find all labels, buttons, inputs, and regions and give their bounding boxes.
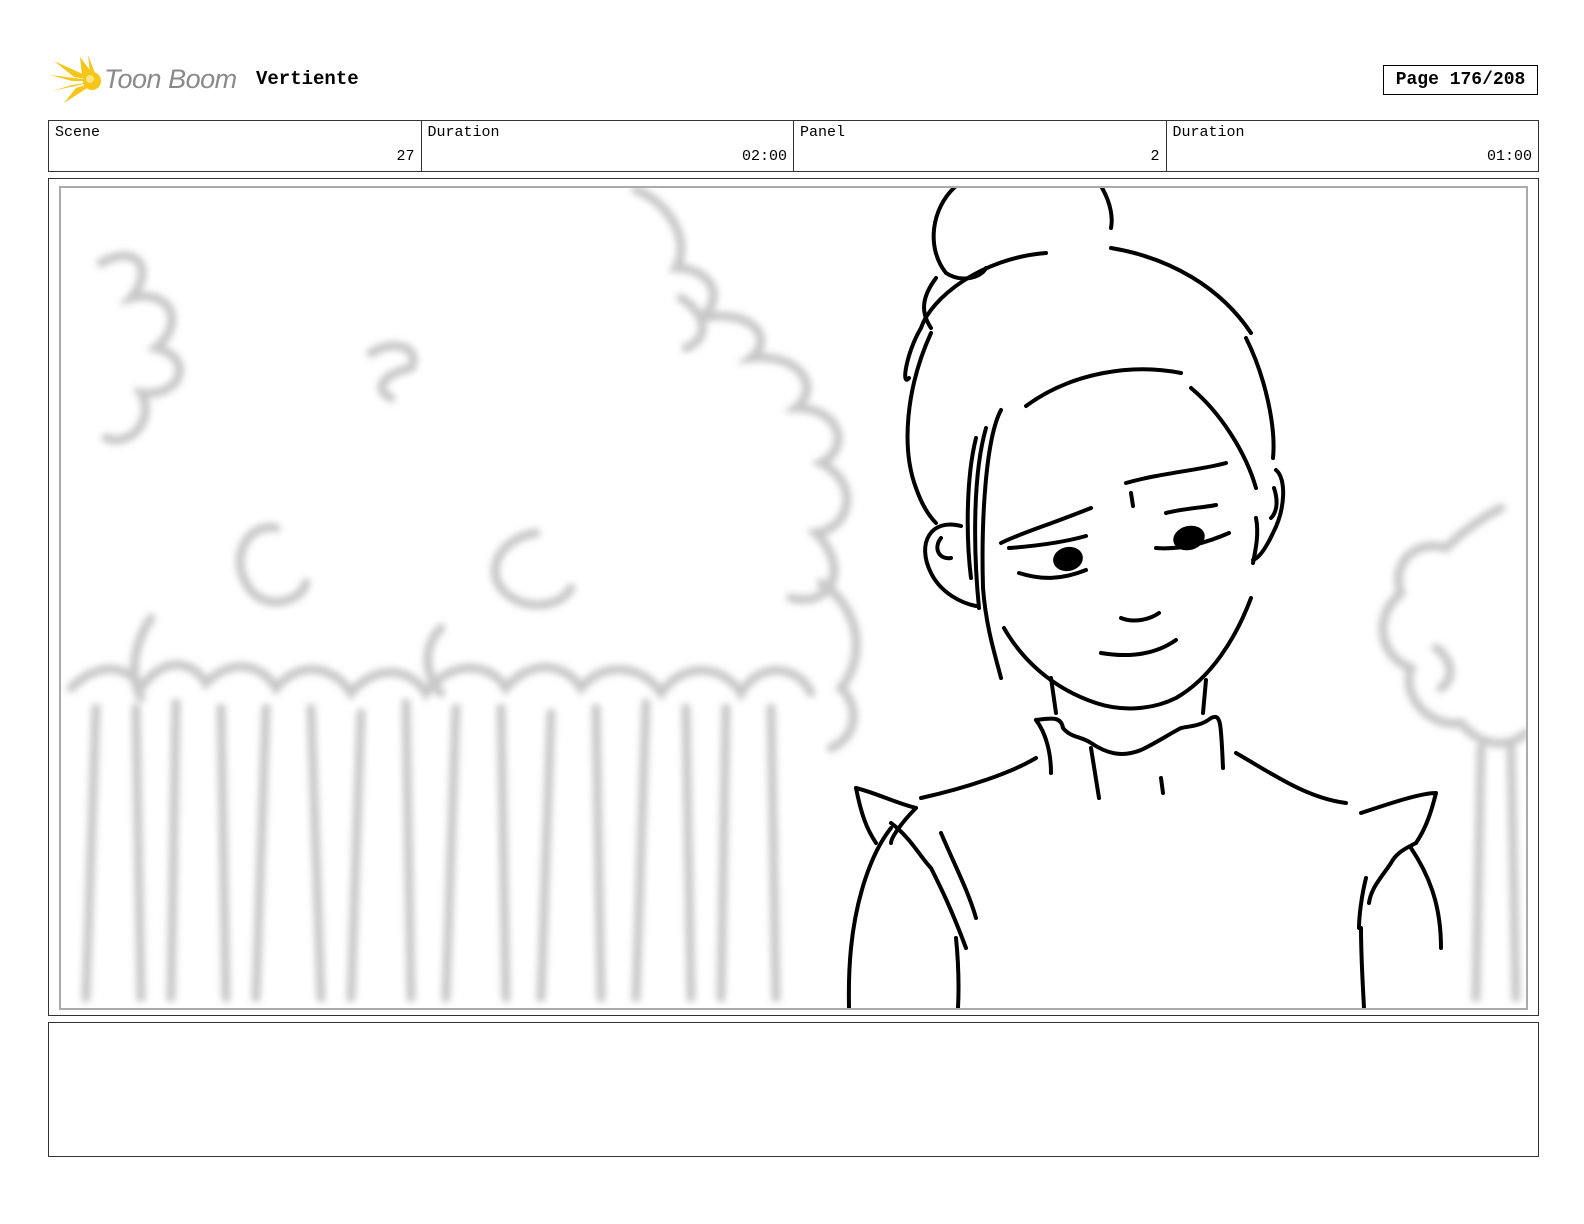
- storyboard-panel-image: [59, 186, 1528, 1010]
- scene-duration-label: Duration: [427, 124, 500, 141]
- panel-duration-cell: Duration 01:00: [1167, 121, 1539, 171]
- logo-text: Toon Boom: [104, 64, 237, 94]
- scene-duration-cell: Duration 02:00: [422, 121, 794, 171]
- toon-boom-logo: Toon Boom: [50, 55, 240, 107]
- storyboard-panel-frame: [48, 178, 1539, 1016]
- project-title: Vertiente: [256, 68, 359, 90]
- panel-label: Panel: [800, 124, 846, 141]
- scene-duration-value: 02:00: [741, 148, 787, 165]
- background-trees-sketch: [66, 188, 1526, 1003]
- page-indicator: Page 176/208: [1383, 65, 1538, 95]
- panel-value: 2: [1150, 148, 1160, 165]
- panel-info-row: Scene 27 Duration 02:00 Panel 2 Duration…: [48, 120, 1539, 172]
- character-sketch: [846, 188, 1443, 1008]
- panel-sketch: [66, 188, 1526, 1008]
- scene-value: 27: [396, 148, 415, 165]
- panel-notes-box: [48, 1022, 1539, 1157]
- toon-boom-starburst-icon: [50, 55, 101, 103]
- scene-label: Scene: [55, 124, 101, 141]
- panel-cell: Panel 2: [794, 121, 1167, 171]
- page-label: Page 176/208: [1395, 70, 1526, 90]
- scene-cell: Scene 27: [49, 121, 422, 171]
- panel-duration-value: 01:00: [1486, 148, 1532, 165]
- panel-duration-label: Duration: [1172, 124, 1245, 141]
- character-eyes: [1053, 525, 1205, 572]
